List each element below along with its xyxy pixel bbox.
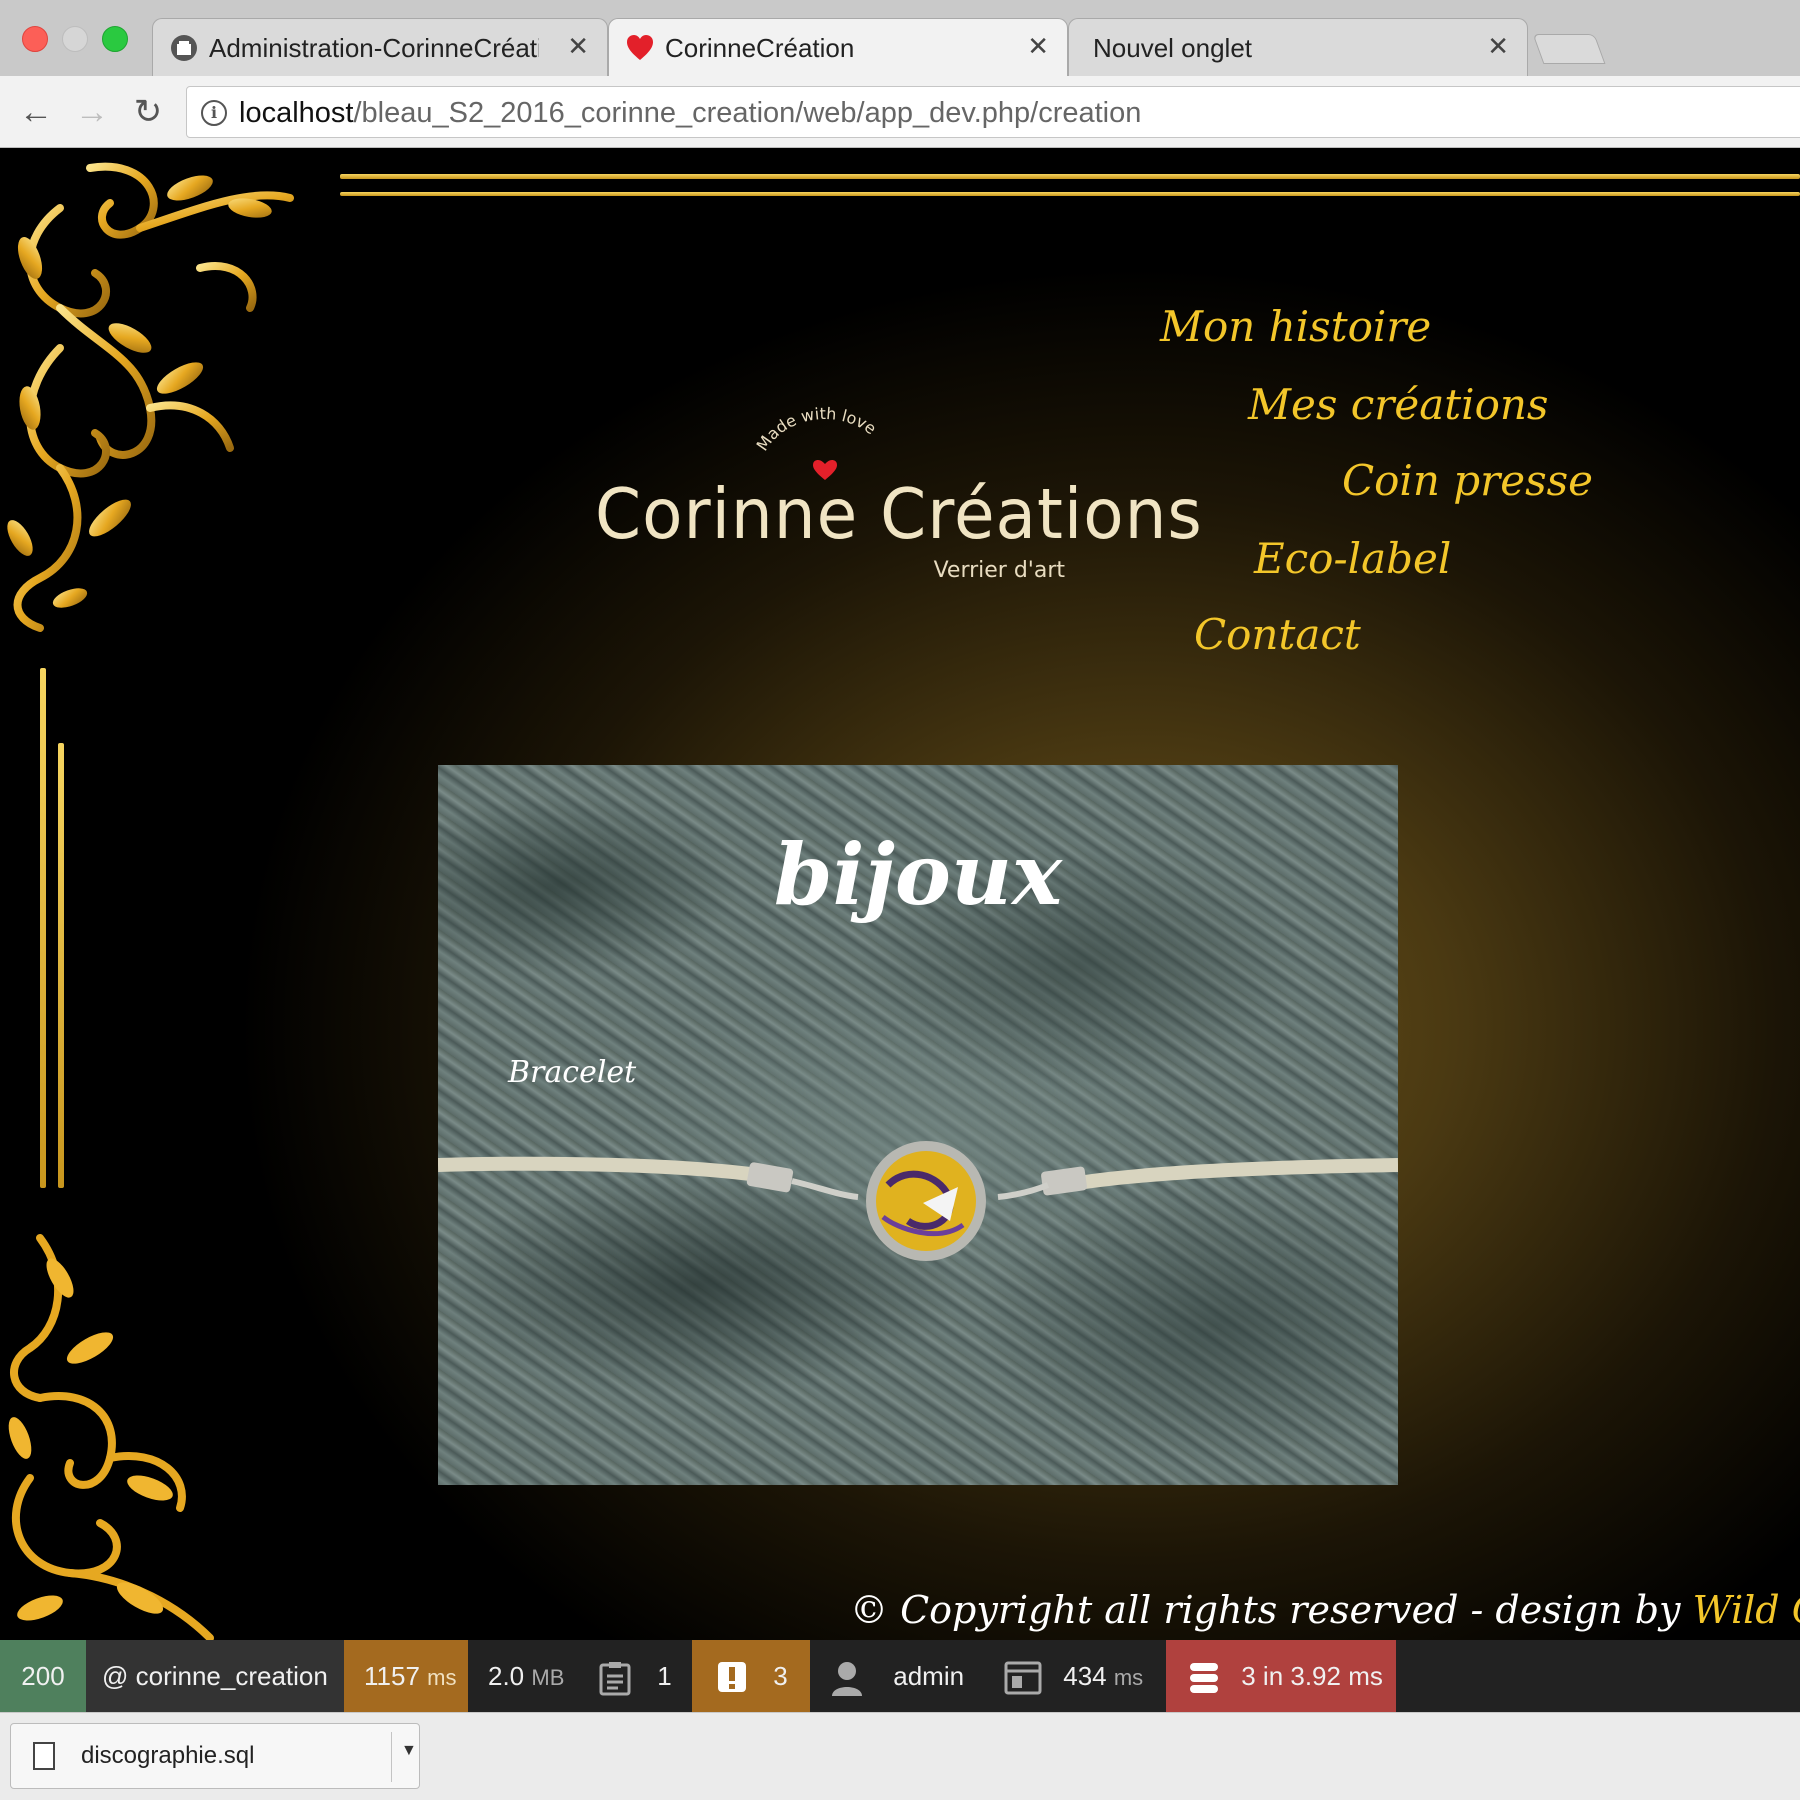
new-tab-button[interactable] — [1532, 34, 1606, 64]
nav-link-coin-presse[interactable]: Coin presse — [1342, 456, 1593, 505]
logo-subtitle: Verrier d'art — [933, 558, 1065, 583]
zoom-window-button[interactable] — [102, 26, 128, 52]
render-time-panel[interactable]: 434 ms — [1004, 1640, 1164, 1712]
hero-title: bijoux — [773, 825, 1063, 924]
user-icon — [832, 1662, 862, 1697]
status-code-badge[interactable]: 200 — [0, 1640, 86, 1712]
reload-icon[interactable]: ↻ — [128, 92, 168, 132]
memory-value: 2.0 — [488, 1661, 525, 1691]
request-time-unit: ms — [427, 1665, 457, 1690]
database-icon — [1190, 1663, 1218, 1694]
memory-panel[interactable]: 2.0 MB — [468, 1640, 578, 1712]
url-host: localhost — [239, 97, 354, 129]
close-window-button[interactable] — [22, 26, 48, 52]
route-panel[interactable]: @ corinne_creation — [86, 1640, 344, 1712]
nav-link-mon-histoire[interactable]: Mon histoire — [1160, 302, 1431, 351]
url-path: /bleau_S2_2016_corinne_creation/web/app_… — [353, 97, 1142, 129]
request-time: 1157 — [364, 1661, 420, 1691]
site-info-icon[interactable]: i — [201, 100, 227, 126]
close-tab-icon[interactable]: ✕ — [567, 31, 589, 62]
clipboard-icon — [599, 1662, 631, 1696]
svg-text:Made with love: Made with love — [753, 404, 880, 454]
logs-panel[interactable]: 1 — [598, 1640, 692, 1712]
errors-count: 3 — [773, 1661, 788, 1691]
close-tab-icon[interactable]: ✕ — [1027, 31, 1049, 62]
gold-line-top — [340, 174, 1800, 179]
render-time: 434 — [1063, 1661, 1107, 1691]
chevron-down-icon[interactable]: ▼ — [401, 1742, 417, 1760]
tab-label: Administration-CorinneCréatio — [209, 33, 539, 63]
database-queries: 3 in 3.92 ms — [1241, 1661, 1383, 1691]
browser-toolbar: ← → ↻ i localhost/bleau_S2_2016_corinne_… — [0, 76, 1800, 148]
logo-title: Corinne Créations — [595, 474, 1203, 555]
database-panel[interactable]: 3 in 3.92 ms — [1166, 1640, 1396, 1712]
admin-site-icon — [171, 35, 197, 61]
site-logo[interactable]: Made with love Corinne Créations Verrier… — [595, 398, 1202, 598]
nav-link-contact[interactable]: Contact — [1194, 610, 1361, 659]
address-bar[interactable]: i localhost/bleau_S2_2016_corinne_creati… — [186, 86, 1800, 138]
tab-label: CorinneCréation — [665, 33, 855, 63]
gold-line-left-second — [58, 743, 64, 1188]
render-time-unit: ms — [1113, 1665, 1144, 1690]
logs-count: 1 — [657, 1661, 672, 1691]
alert-icon — [718, 1662, 746, 1693]
user-panel[interactable]: admin — [830, 1640, 990, 1712]
close-tab-icon[interactable]: ✕ — [1487, 31, 1509, 62]
footer-copyright: © Copyright all rights reserved - design… — [850, 1588, 1800, 1632]
floral-ornament-bottom — [8, 1234, 214, 1640]
tab-nouvel-onglet[interactable]: Nouvel onglet ✕ — [1068, 18, 1528, 76]
forward-arrow-icon[interactable]: → — [72, 92, 112, 132]
gold-line-top-second — [340, 192, 1800, 196]
tab-corinnecreation[interactable]: CorinneCréation ✕ — [608, 18, 1068, 78]
layout-icon — [1004, 1661, 1042, 1695]
tab-administration[interactable]: Administration-CorinneCréatio ✕ — [152, 18, 608, 76]
user-name: admin — [893, 1661, 965, 1691]
file-icon — [33, 1742, 55, 1770]
bracelet-photo — [438, 1141, 1398, 1261]
download-divider — [391, 1732, 392, 1782]
floral-ornament-top — [7, 162, 294, 632]
nav-link-mes-creations[interactable]: Mes créations — [1248, 380, 1548, 429]
download-item[interactable]: discographie.sql ▼ — [10, 1723, 420, 1789]
symfony-debug-toolbar: 200 @ corinne_creation 1157 ms 2.0 MB 1 … — [0, 1640, 1800, 1712]
url-text: localhost/bleau_S2_2016_corinne_creation… — [239, 97, 1141, 130]
made-with-love-arc: Made with love — [753, 404, 880, 480]
memory-unit: MB — [531, 1665, 565, 1690]
minimize-window-button[interactable] — [62, 26, 88, 52]
tab-label: Nouvel onglet — [1093, 33, 1252, 63]
route-name: @ corinne_creation — [102, 1661, 328, 1691]
logo-tagline: Made with love — [753, 404, 880, 454]
heart-icon — [627, 35, 653, 60]
status-code: 200 — [21, 1661, 65, 1691]
footer-prefix: © Copyright all rights reserved - design… — [850, 1588, 1693, 1632]
request-time-panel[interactable]: 1157 ms — [344, 1640, 468, 1712]
back-arrow-icon[interactable]: ← — [16, 92, 56, 132]
page-viewport: Made with love Corinne Créations Verrier… — [0, 148, 1800, 1640]
gold-line-left — [40, 668, 46, 1188]
download-filename: discographie.sql — [81, 1742, 255, 1769]
browser-tab-bar: Administration-CorinneCréatio ✕ CorinneC… — [0, 0, 1800, 78]
footer-link-wild-code-school[interactable]: Wild Code School. — [1693, 1588, 1800, 1632]
errors-panel[interactable]: 3 — [692, 1640, 810, 1712]
hero-image-bijoux[interactable]: bijoux Bracelet — [438, 765, 1398, 1485]
hero-caption: Bracelet — [508, 1055, 637, 1090]
nav-link-eco-label[interactable]: Eco-label — [1254, 534, 1451, 583]
download-shelf: discographie.sql ▼ — [0, 1712, 1800, 1800]
